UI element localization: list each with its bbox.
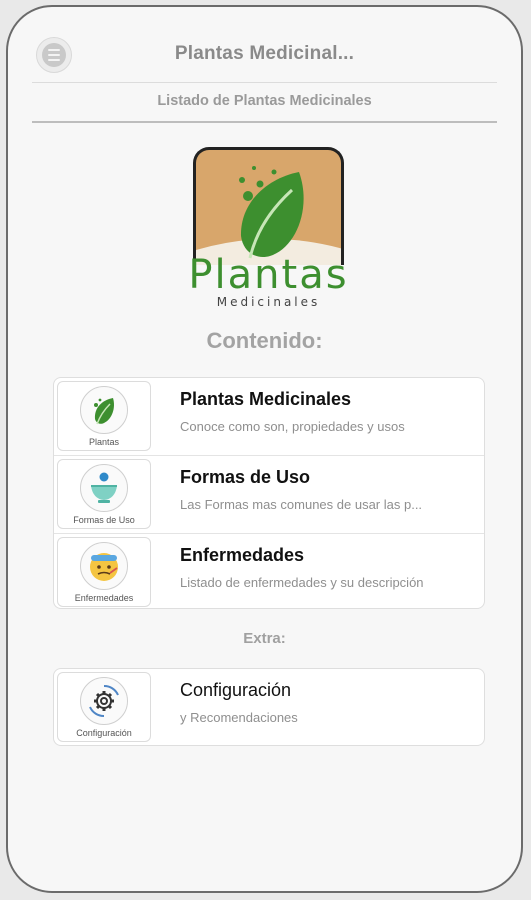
mortar-bowl-icon	[80, 464, 128, 512]
list-item-description: Conoce como son, propiedades y usos	[180, 419, 405, 434]
list-item-enfermedades[interactable]: Enfermedades Enfermedades Listado de enf…	[54, 534, 484, 611]
content-section-title: Contenido:	[206, 328, 323, 353]
page-subtitle: Listado de Plantas Medicinales	[157, 93, 372, 109]
thumbnail-label: Configuración	[76, 728, 132, 738]
gear-icon	[80, 677, 128, 725]
sick-face-icon	[80, 542, 128, 590]
logo-title: Plantas	[188, 252, 349, 298]
thumbnail: Enfermedades	[57, 537, 151, 607]
list-item-title: Formas de Uso	[180, 467, 311, 487]
list-item-title: Plantas Medicinales	[180, 389, 352, 409]
list-item-formas-de-uso[interactable]: Formas de Uso Formas de Uso Las Formas m…	[54, 456, 484, 534]
list-item-title: Configuración	[180, 680, 292, 700]
thumbnail-label: Formas de Uso	[73, 515, 135, 525]
extra-list: Configuración Configuración y Recomendac…	[53, 668, 485, 746]
thumbnail-label: Enfermedades	[74, 593, 134, 603]
thumbnail: Configuración	[57, 672, 151, 742]
thumbnail-label: Plantas	[88, 437, 120, 447]
header-divider	[32, 82, 497, 83]
list-item-description: y Recomendaciones	[180, 710, 298, 725]
list-item-description: Las Formas mas comunes de usar las p...	[180, 497, 423, 512]
extra-section-title: Extra:	[243, 630, 286, 647]
phone-frame: Plantas Medicinal... Listado de Plantas …	[6, 5, 523, 893]
app-logo: Plantas Medicinales	[188, 147, 347, 309]
logo-leaf-icon	[196, 166, 341, 265]
logo-subtitle: Medicinales	[216, 295, 321, 309]
content-list: Plantas Plantas Medicinales Conoce como …	[53, 377, 485, 609]
logo-background	[193, 147, 344, 265]
thumbnail: Formas de Uso	[57, 459, 151, 529]
subtitle-divider	[32, 121, 497, 123]
list-item-description: Listado de enfermedades y su descripción	[180, 575, 424, 590]
list-item-plantas[interactable]: Plantas Plantas Medicinales Conoce como …	[54, 378, 484, 456]
list-item-title: Enfermedades	[180, 545, 305, 565]
app-title: Plantas Medicinal...	[174, 43, 355, 64]
leaf-icon	[80, 386, 128, 434]
app-header: Plantas Medicinal...	[8, 7, 521, 89]
thumbnail: Plantas	[57, 381, 151, 451]
list-item-configuracion[interactable]: Configuración Configuración y Recomendac…	[54, 669, 484, 746]
